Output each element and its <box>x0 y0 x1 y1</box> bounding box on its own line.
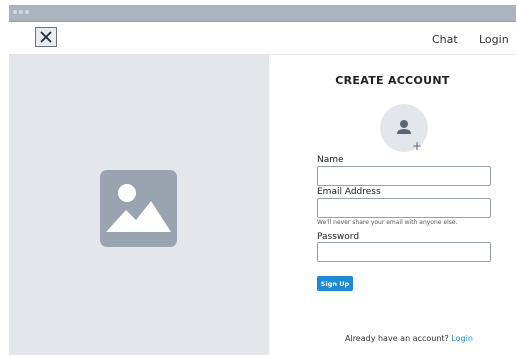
window-dot <box>25 10 29 14</box>
hero-image-panel <box>9 55 269 355</box>
password-label: Password <box>317 232 360 242</box>
signup-page: Chat Login CREATE ACCOUNT + Name Email A… <box>0 0 517 356</box>
close-icon <box>40 31 52 43</box>
name-label: Name <box>317 155 344 165</box>
email-input[interactable] <box>317 198 491 218</box>
top-navigation: Chat Login <box>9 22 516 55</box>
sign-up-button[interactable]: Sign Up <box>317 276 353 291</box>
name-input[interactable] <box>317 166 491 186</box>
login-prompt: Already have an account? Login <box>345 334 473 343</box>
email-hint: We'll never share your email with anyone… <box>317 219 458 226</box>
login-link[interactable]: Login <box>451 334 473 343</box>
window-dot <box>19 10 23 14</box>
nav-link-login[interactable]: Login <box>479 33 509 46</box>
image-placeholder-icon <box>100 170 177 247</box>
plus-icon[interactable]: + <box>412 140 422 152</box>
window-title-bar <box>9 5 516 22</box>
email-label: Email Address <box>317 187 381 197</box>
password-input[interactable] <box>317 242 491 262</box>
login-prompt-text: Already have an account? <box>345 334 449 343</box>
form-title: CREATE ACCOUNT <box>335 74 450 87</box>
window-dot <box>13 10 17 14</box>
close-button[interactable] <box>35 27 57 47</box>
nav-link-chat[interactable]: Chat <box>432 33 458 46</box>
